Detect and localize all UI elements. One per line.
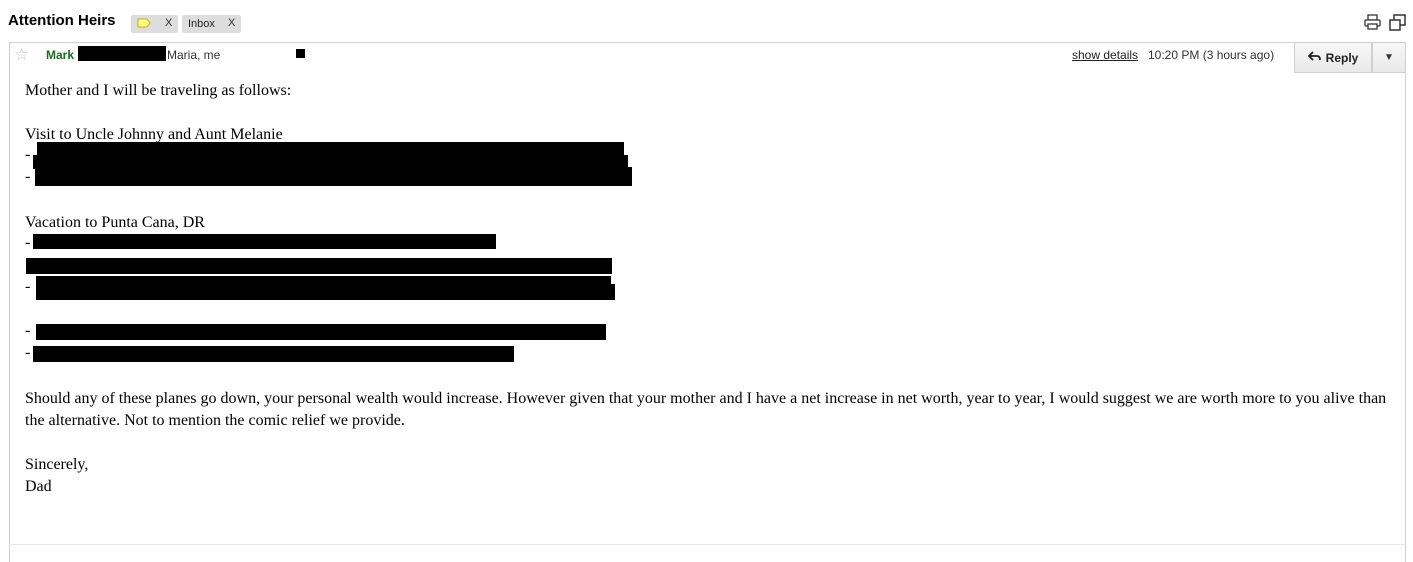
redaction-bar <box>26 258 612 274</box>
reply-button[interactable]: Reply <box>1294 43 1372 73</box>
body-greeting: Mother and I will be traveling as follow… <box>25 82 292 99</box>
bullet-dash: - <box>25 168 31 185</box>
redaction-bar <box>78 46 166 61</box>
reply-label: Reply <box>1325 50 1359 65</box>
message-timestamp: 10:20 PM (3 hours ago) <box>1148 48 1275 62</box>
reply-arrow-icon <box>1307 50 1321 65</box>
closing-paragraph: Should any of these planes go down, your… <box>25 390 1387 429</box>
bullet-dash: - <box>25 322 31 339</box>
thread-subject: Attention Heirs <box>8 12 116 29</box>
redaction-bar <box>296 49 305 58</box>
show-details-link[interactable]: show details <box>1072 48 1138 62</box>
label-inbox-text: Inbox <box>188 18 215 30</box>
message-card: ☆ Mark Maria, me show details 10:20 PM (… <box>9 42 1406 562</box>
redaction-bar <box>36 324 606 340</box>
chevron-down-icon: ▼ <box>1384 52 1394 63</box>
bullet-dash: - <box>25 146 31 163</box>
redaction-bar <box>33 234 496 249</box>
bullet-dash: - <box>25 278 31 295</box>
more-options-dropdown[interactable]: ▼ <box>1372 43 1406 73</box>
divider <box>9 544 1406 545</box>
trip2-title: Vacation to Punta Cana, DR <box>25 214 205 231</box>
bullet-dash: - <box>25 344 31 361</box>
remove-label-button[interactable]: X <box>165 17 172 29</box>
sender-name[interactable]: Mark <box>46 48 74 62</box>
redaction-bar <box>36 284 615 300</box>
signature: Dad <box>25 478 52 495</box>
signoff: Sincerely, <box>25 456 89 473</box>
redaction-bar <box>33 346 514 362</box>
thread-header: Attention Heirs X Inbox X <box>0 0 1413 42</box>
yellow-tag-icon <box>137 18 151 31</box>
recipients: Maria, me <box>167 48 221 62</box>
star-icon[interactable]: ☆ <box>14 45 29 65</box>
print-icon[interactable] <box>1364 14 1381 35</box>
new-window-icon[interactable] <box>1389 14 1406 36</box>
remove-inbox-label-button[interactable]: X <box>228 17 235 29</box>
bullet-dash: - <box>25 234 31 251</box>
redaction-bar <box>35 167 632 186</box>
label-chip-yellow[interactable]: X <box>131 15 178 33</box>
label-chip-inbox[interactable]: Inbox X <box>182 15 241 33</box>
